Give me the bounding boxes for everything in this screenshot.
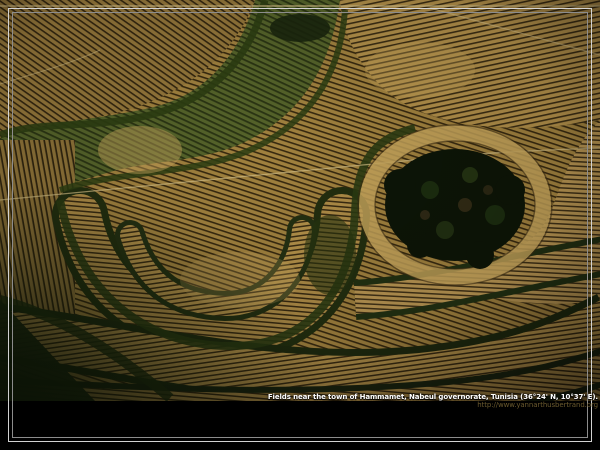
- desktop-wallpaper: Fields near the town of Hammamet, Nabeul…: [0, 0, 600, 450]
- photo-caption: Fields near the town of Hammamet, Nabeul…: [268, 394, 598, 409]
- vignette: [0, 0, 600, 401]
- aerial-photo: [0, 0, 600, 401]
- photo-credit-url: http://www.yannarthusbertrand.org: [268, 402, 598, 409]
- aerial-photo-art: [0, 0, 600, 401]
- photo-caption-title: Fields near the town of Hammamet, Nabeul…: [268, 394, 598, 401]
